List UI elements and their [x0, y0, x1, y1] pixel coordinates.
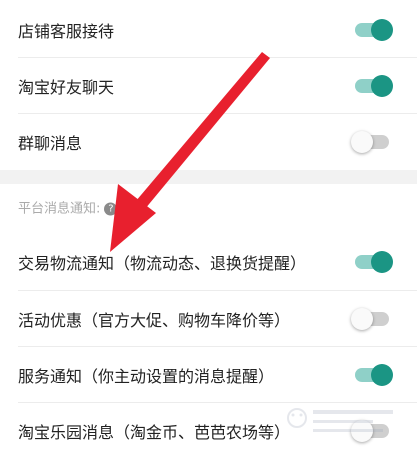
promotions-toggle[interactable] [351, 308, 389, 330]
setting-label: 活动优惠（官方大促、购物车降价等） [18, 311, 291, 330]
section-title-text: 平台消息通知: [18, 201, 101, 217]
service-notice-toggle[interactable] [355, 364, 393, 386]
section-gap [0, 170, 417, 184]
setting-label: 店铺客服接待 [18, 22, 115, 41]
setting-row-shop-service: 店铺客服接待 [0, 2, 417, 58]
setting-label: 淘宝好友聊天 [18, 78, 115, 97]
setting-label: 交易物流通知（物流动态、退换货提醒） [18, 254, 307, 273]
shop-service-toggle[interactable] [355, 19, 393, 41]
friend-chat-toggle[interactable] [355, 75, 393, 97]
group-chat-toggle[interactable] [351, 131, 389, 153]
help-icon[interactable]: ? [104, 202, 118, 216]
logistics-toggle[interactable] [355, 251, 393, 273]
setting-label: 服务通知（你主动设置的消息提醒） [18, 367, 275, 386]
setting-label: 群聊消息 [18, 134, 83, 153]
platform-section-header: 平台消息通知:? [0, 184, 417, 230]
setting-label: 淘宝乐园消息（淘金币、芭芭农场等） [18, 423, 291, 442]
toggle-knob [371, 19, 393, 41]
section-title: 平台消息通知:? [18, 198, 118, 217]
toggle-knob [371, 251, 393, 273]
toggle-knob [351, 420, 373, 442]
setting-row-logistics: 交易物流通知（物流动态、退换货提醒） [0, 234, 417, 290]
setting-row-service-notice: 服务通知（你主动设置的消息提醒） [0, 347, 417, 403]
paradise-toggle[interactable] [351, 420, 389, 442]
toggle-knob [371, 75, 393, 97]
setting-row-friend-chat: 淘宝好友聊天 [0, 58, 417, 114]
toggle-knob [351, 308, 373, 330]
setting-row-paradise: 淘宝乐园消息（淘金币、芭芭农场等） [0, 403, 417, 459]
toggle-knob [371, 364, 393, 386]
setting-row-group-chat: 群聊消息 [0, 114, 417, 170]
toggle-knob [351, 131, 373, 153]
setting-row-promotions: 活动优惠（官方大促、购物车降价等） [0, 291, 417, 347]
